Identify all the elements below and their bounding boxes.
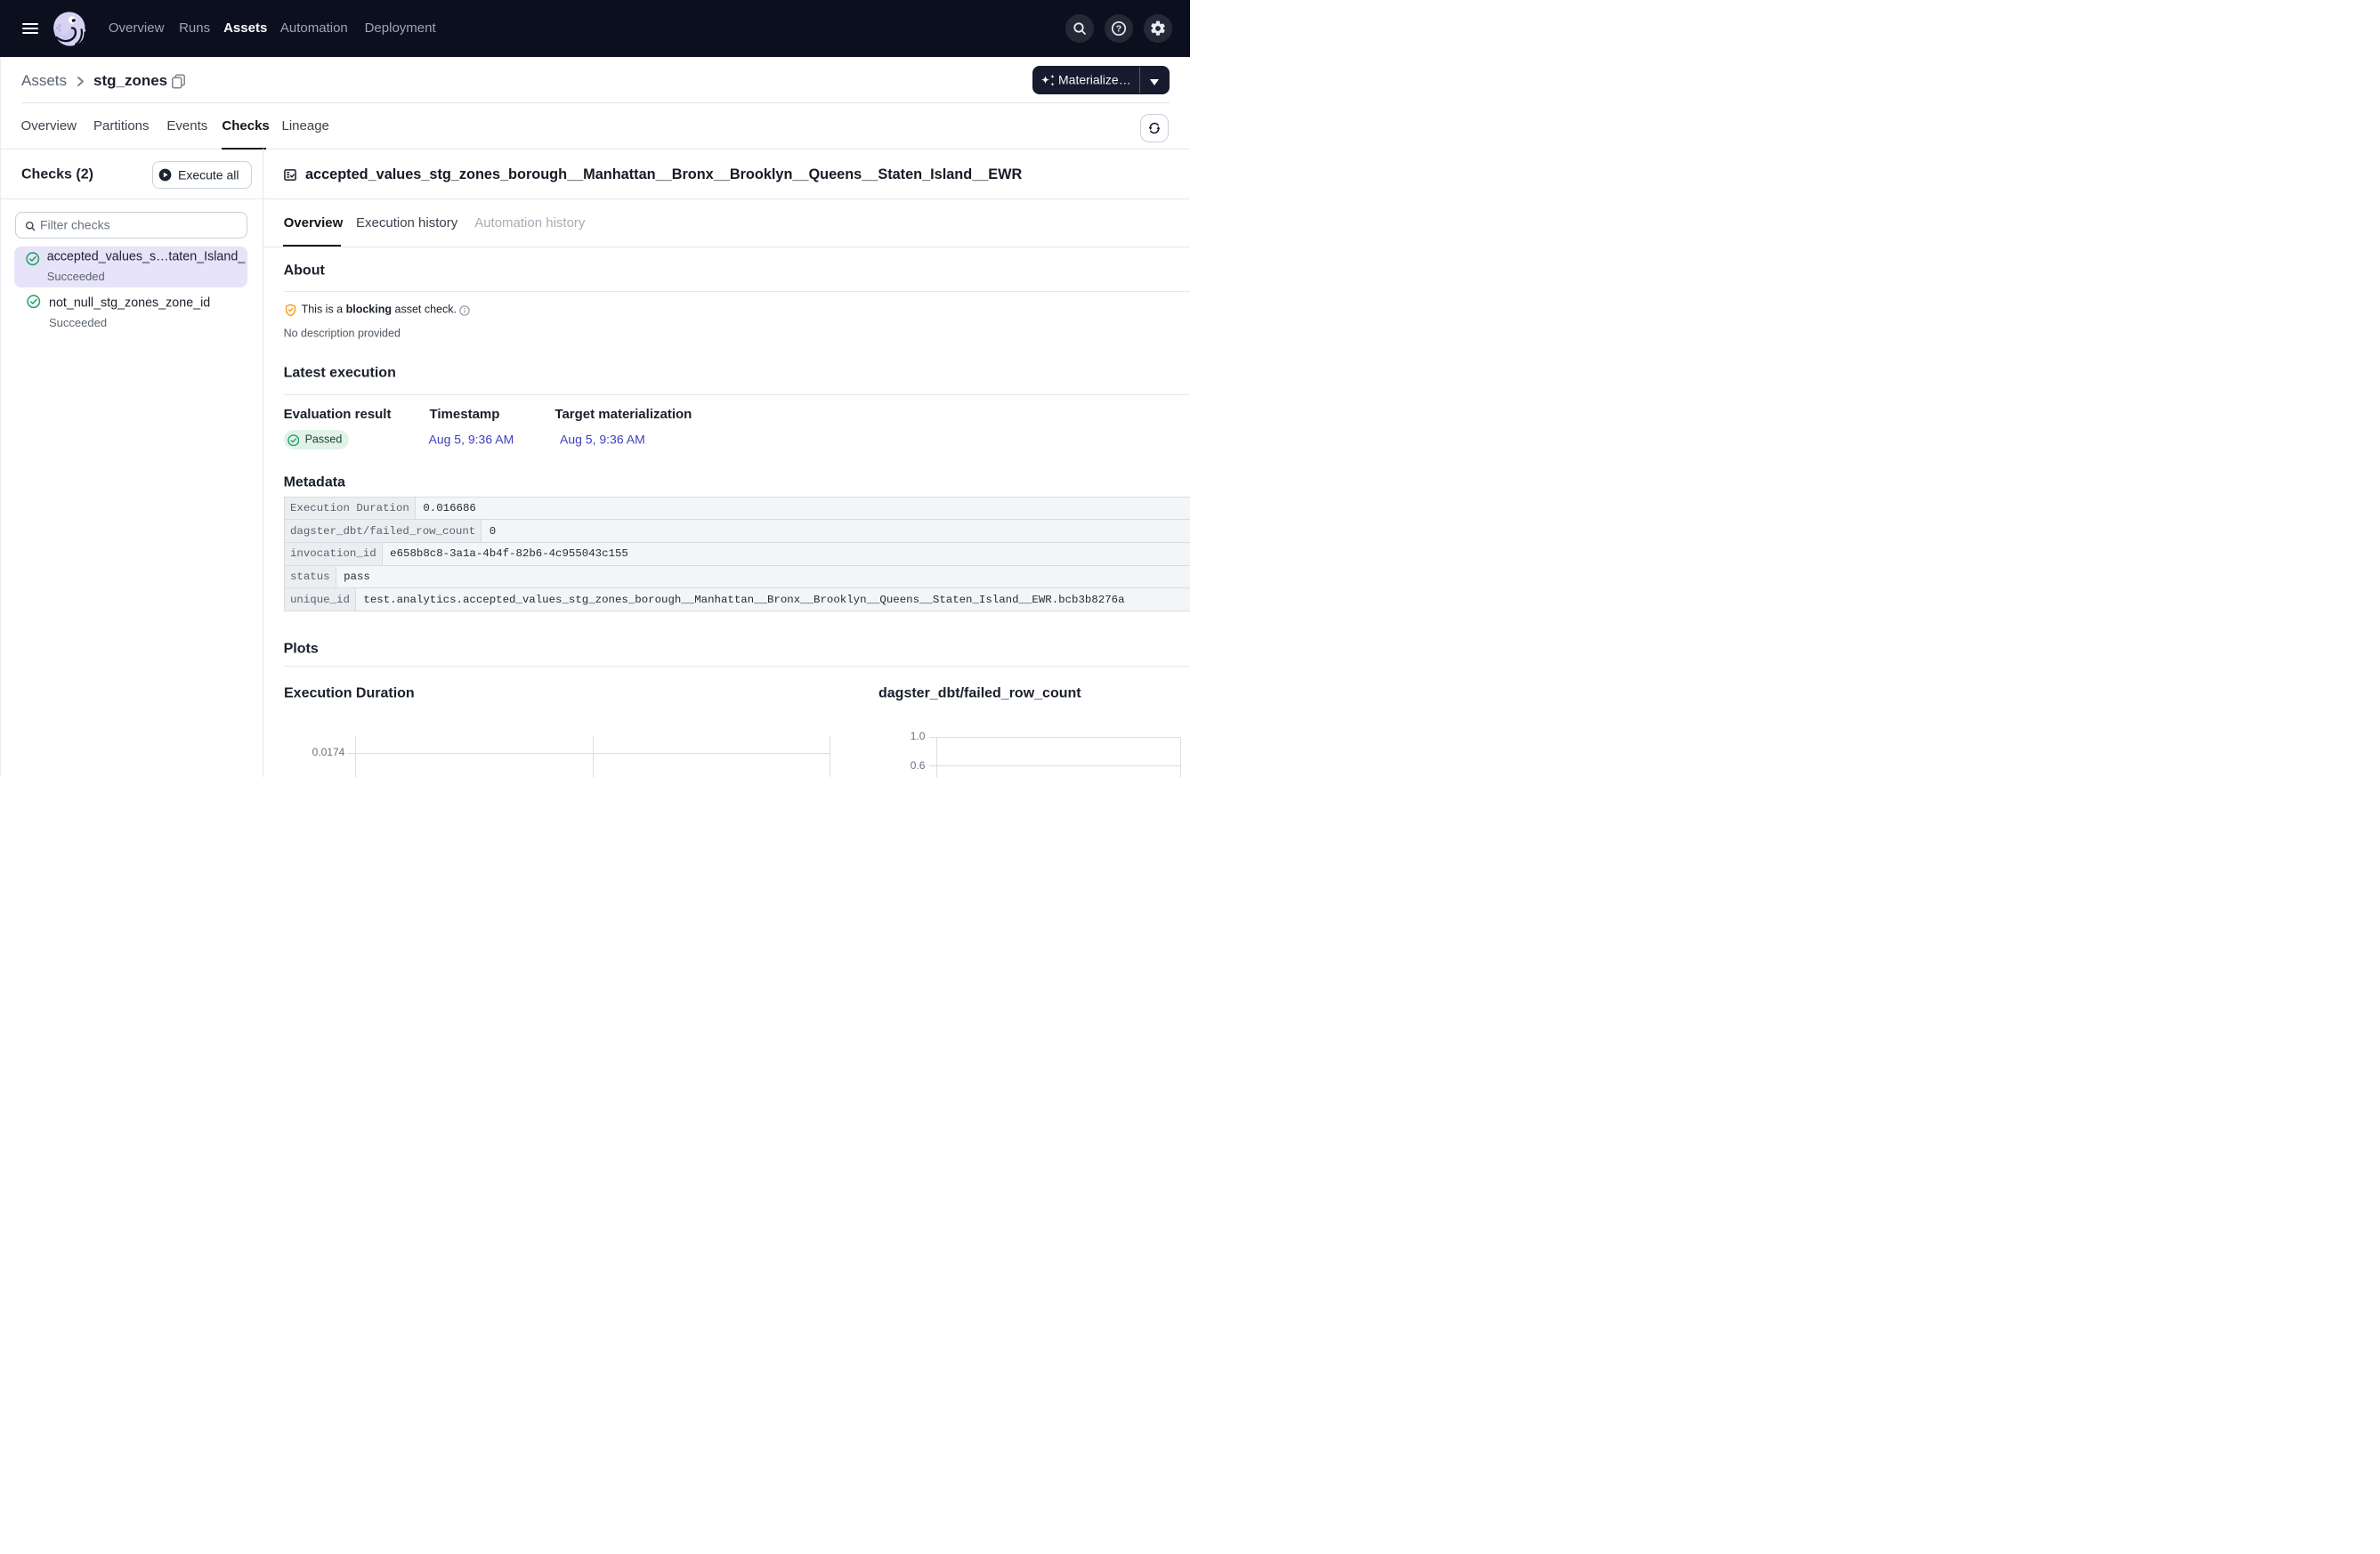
svg-text:?: ? — [1116, 24, 1121, 35]
